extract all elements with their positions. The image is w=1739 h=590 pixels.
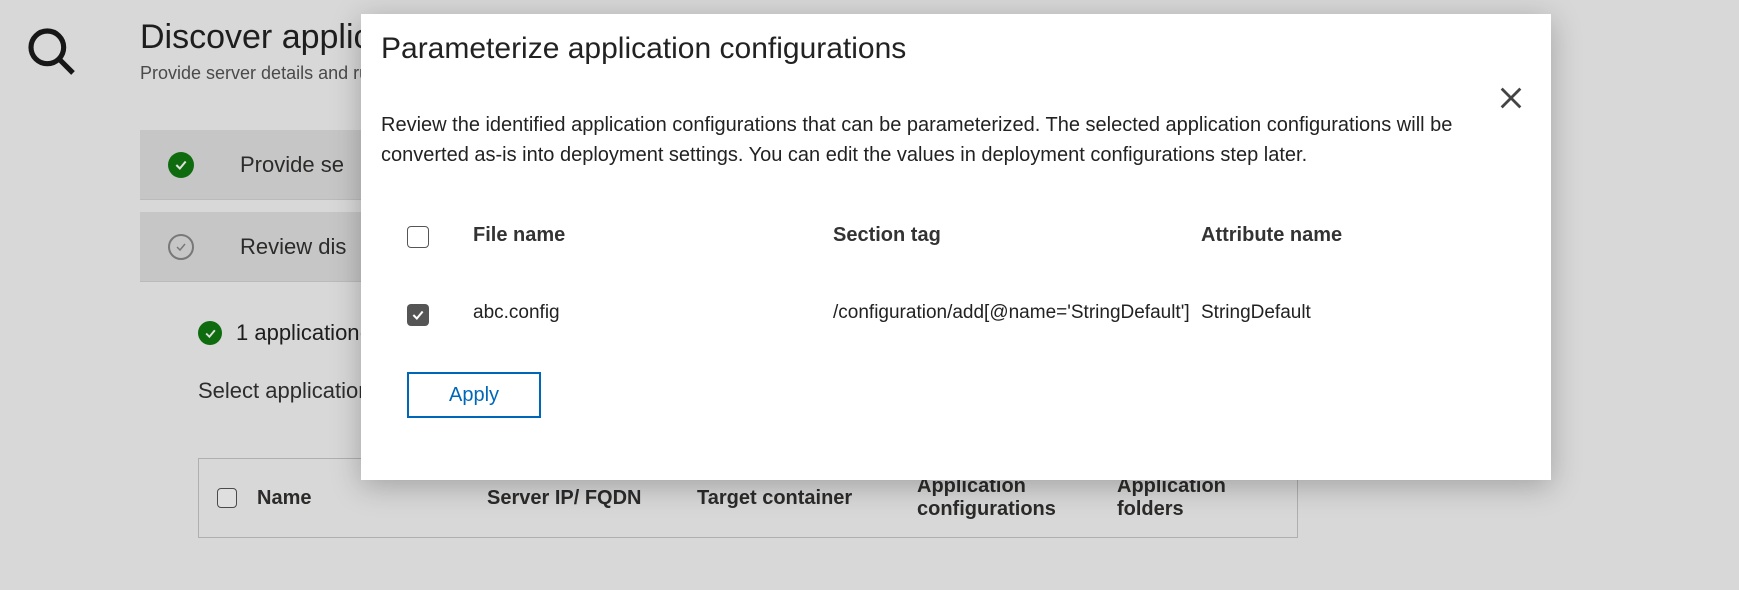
wizard-step-label: Provide se	[240, 152, 344, 178]
col-attribute-name: Attribute name	[1201, 224, 1461, 247]
col-target-container: Target container	[697, 487, 917, 510]
check-icon	[411, 308, 425, 322]
col-name: Name	[237, 487, 487, 510]
check-outline-icon	[168, 234, 194, 260]
modal-description: Review the identified application config…	[381, 110, 1481, 170]
application-summary: 1 application(	[198, 320, 367, 346]
col-app-folders: Application folders	[1117, 475, 1277, 521]
select-all-checkbox[interactable]	[407, 226, 429, 248]
col-server-ip: Server IP/ FQDN	[487, 487, 697, 510]
modal-title: Parameterize application configurations	[381, 32, 1531, 66]
wizard-step-label: Review dis	[240, 234, 346, 260]
col-section-tag: Section tag	[833, 224, 1201, 247]
cell-attribute-name: StringDefault	[1201, 302, 1461, 324]
application-summary-text: 1 application(	[236, 320, 367, 346]
parameterize-modal: Parameterize application configurations …	[361, 14, 1551, 480]
select-all-checkbox[interactable]	[217, 488, 237, 508]
col-filename: File name	[473, 224, 833, 247]
search-icon	[24, 24, 80, 85]
cell-section-tag: /configuration/add[@name='StringDefault'…	[833, 302, 1201, 324]
table-header-row: File name Section tag Attribute name	[407, 224, 1531, 254]
config-table: File name Section tag Attribute name abc…	[407, 224, 1531, 328]
cell-filename: abc.config	[473, 302, 833, 324]
row-checkbox[interactable]	[407, 304, 429, 326]
page-title: Discover applica	[140, 18, 389, 57]
close-button[interactable]	[1491, 78, 1531, 118]
close-icon	[1497, 84, 1525, 112]
check-circle-icon	[198, 321, 222, 345]
page-subtitle: Provide server details and run	[140, 63, 389, 84]
apply-button-label: Apply	[449, 384, 499, 407]
col-app-config: Application configurations	[917, 475, 1117, 521]
check-circle-icon	[168, 152, 194, 178]
apply-button[interactable]: Apply	[407, 372, 541, 418]
select-applications-label: Select applications	[198, 378, 381, 404]
table-row: abc.config /configuration/add[@name='Str…	[407, 302, 1531, 328]
